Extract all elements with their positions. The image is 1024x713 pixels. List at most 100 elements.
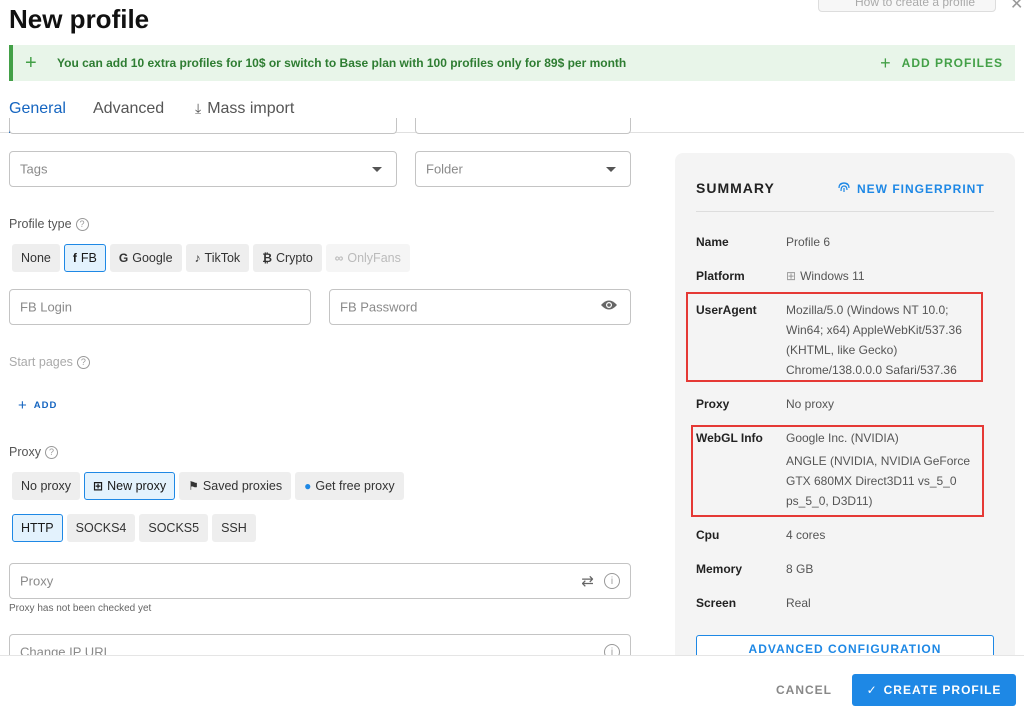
summary-useragent-value: Mozilla/5.0 (Windows NT 10.0; Win64; x64… (786, 303, 962, 377)
chevron-down-icon (606, 167, 616, 172)
protocol-socks5-label: SOCKS5 (148, 521, 200, 535)
fb-password-input[interactable]: FB Password (329, 289, 631, 325)
profile-type-google-label: Google (132, 251, 173, 265)
summary-divider (696, 211, 994, 212)
folder-placeholder: Folder (426, 161, 463, 177)
summary-cpu-key: Cpu (696, 528, 720, 542)
proxy-input[interactable]: Proxy ⇄ i (9, 563, 631, 599)
tab-general[interactable]: General (9, 100, 66, 118)
profile-type-none[interactable]: None (12, 244, 60, 272)
proxy-mode-saved-proxies-label: Saved proxies (202, 479, 283, 493)
tags-placeholder: Tags (20, 161, 48, 177)
summary-proxy-key: Proxy (696, 397, 730, 411)
proxy-mode-new-proxy-label: New proxy (107, 479, 167, 493)
profile-type-tiktok[interactable]: ♪ TikTok (185, 244, 250, 272)
summary-platform-value: ⊞ Windows 11 (786, 266, 986, 286)
fb-login-input[interactable]: FB Login (9, 289, 311, 325)
profile-type-label: Profile type ? (9, 217, 89, 231)
folder-select[interactable]: Folder (415, 151, 631, 187)
add-profiles-label: ADD PROFILES (901, 56, 1003, 70)
proxy-mode-get-free-proxy[interactable]: ● Get free proxy (295, 472, 404, 500)
proxy-mode-group: No proxy ⊞ New proxy ⚑ Saved proxies ● Get … (12, 472, 404, 500)
protocol-socks4[interactable]: SOCKS4 (66, 514, 136, 542)
tags-select[interactable]: Tags (9, 151, 397, 187)
help-icon[interactable]: ? (44, 445, 58, 459)
protocol-ssh-label: SSH (221, 521, 247, 535)
summary-platform-text: Windows 11 (800, 269, 865, 283)
close-icon[interactable]: ✕ (1010, 0, 1023, 14)
tab-mass-import-label: Mass import (207, 100, 295, 117)
summary-webgl-renderer: ANGLE (NVIDIA, NVIDIA GeForce GTX 680MX … (786, 454, 971, 508)
dialog-footer: CANCEL ✓ CREATE PROFILE (0, 655, 1024, 713)
help-icon[interactable]: ? (76, 355, 90, 369)
profile-type-crypto[interactable]: ₿ Crypto (253, 244, 322, 272)
profile-type-crypto-label: Crypto (275, 251, 313, 265)
summary-panel: SUMMARY NEW FINGERPRINT Name Profile 6 P… (675, 153, 1015, 663)
onlyfans-icon: ∞ (334, 251, 344, 265)
flame-icon: ● (304, 479, 312, 493)
protocol-http-label: HTTP (21, 521, 54, 535)
info-icon[interactable]: i (604, 573, 620, 589)
summary-webgl-key: WebGL Info (696, 431, 763, 445)
summary-cpu-value: 4 cores (786, 528, 826, 542)
upgrade-banner: + You can add 10 extra profiles for 10$ … (9, 45, 1015, 81)
fb-password-placeholder: FB Password (340, 299, 418, 315)
proxy-mode-new-proxy[interactable]: ⊞ New proxy (84, 472, 176, 500)
plus-icon: + (18, 397, 28, 414)
protocol-socks5[interactable]: SOCKS5 (139, 514, 209, 542)
fb-login-placeholder: FB Login (20, 299, 73, 315)
tab-advanced[interactable]: Advanced (93, 100, 164, 118)
summary-platform-key: Platform (696, 269, 745, 283)
profile-type-fb[interactable]: f FB (63, 244, 106, 272)
create-profile-button[interactable]: ✓ CREATE PROFILE (852, 674, 1016, 706)
help-icon[interactable]: ? (75, 217, 89, 231)
profile-type-fb-label: FB (80, 251, 97, 265)
new-fingerprint-label: NEW FINGERPRINT (857, 181, 985, 196)
summary-heading: SUMMARY (696, 180, 775, 196)
profile-type-none-label: None (21, 251, 51, 265)
summary-useragent-key: UserAgent (696, 303, 757, 317)
start-pages-label-text: Start pages (9, 355, 73, 369)
chevron-down-icon (372, 167, 382, 172)
eye-icon[interactable] (600, 298, 618, 316)
proxy-mode-no-proxy[interactable]: No proxy (12, 472, 81, 500)
new-fingerprint-button[interactable]: NEW FINGERPRINT (837, 180, 985, 197)
check-icon: ✓ (866, 683, 878, 697)
summary-name-key: Name (696, 235, 729, 249)
proxy-input-actions: ⇄ i (581, 572, 620, 590)
proxy-label: Proxy ? (9, 445, 58, 459)
bitcoin-icon: ₿ (262, 251, 272, 265)
facebook-icon: f (72, 251, 77, 265)
protocol-http[interactable]: HTTP (12, 514, 63, 542)
proxy-mode-no-proxy-label: No proxy (21, 479, 72, 493)
protocol-ssh[interactable]: SSH (212, 514, 256, 542)
partial-field-right (415, 118, 631, 134)
swap-icon[interactable]: ⇄ (581, 572, 594, 590)
partial-field-left (9, 118, 397, 134)
profile-type-label-text: Profile type (9, 217, 72, 231)
summary-memory-value: 8 GB (786, 562, 814, 576)
summary-name-value: Profile 6 (786, 235, 831, 249)
windows-icon: ⊞ (786, 269, 797, 283)
proxy-mode-get-free-proxy-label: Get free proxy (315, 479, 395, 493)
bookmark-icon: ⚑ (188, 479, 199, 493)
summary-webgl-vendor: Google Inc. (NVIDIA) (786, 431, 899, 445)
how-to-create-profile-button[interactable]: How to create a profile (818, 0, 996, 12)
protocol-socks4-label: SOCKS4 (75, 521, 127, 535)
cancel-button[interactable]: CANCEL (776, 683, 832, 697)
add-start-page-button[interactable]: + ADD (18, 397, 57, 414)
banner-message: You can add 10 extra profiles for 10$ or… (57, 56, 627, 70)
summary-memory-key: Memory (696, 562, 743, 576)
proxy-check-hint: Proxy has not been checked yet (9, 603, 152, 614)
tab-mass-import[interactable]: ⤓ Mass import (195, 100, 294, 118)
create-profile-label: CREATE PROFILE (883, 683, 1002, 697)
profile-type-google[interactable]: G Google (109, 244, 182, 272)
profile-type-tiktok-label: TikTok (204, 251, 241, 265)
add-profiles-button[interactable]: + ADD PROFILES (880, 53, 1003, 74)
page-title: New profile (9, 4, 150, 34)
start-pages-label: Start pages ? (9, 355, 90, 369)
proxy-mode-saved-proxies[interactable]: ⚑ Saved proxies (179, 472, 292, 500)
plus-icon: + (25, 51, 37, 74)
add-start-page-label: ADD (33, 400, 58, 411)
profile-type-onlyfans[interactable]: ∞ OnlyFans (325, 244, 410, 272)
